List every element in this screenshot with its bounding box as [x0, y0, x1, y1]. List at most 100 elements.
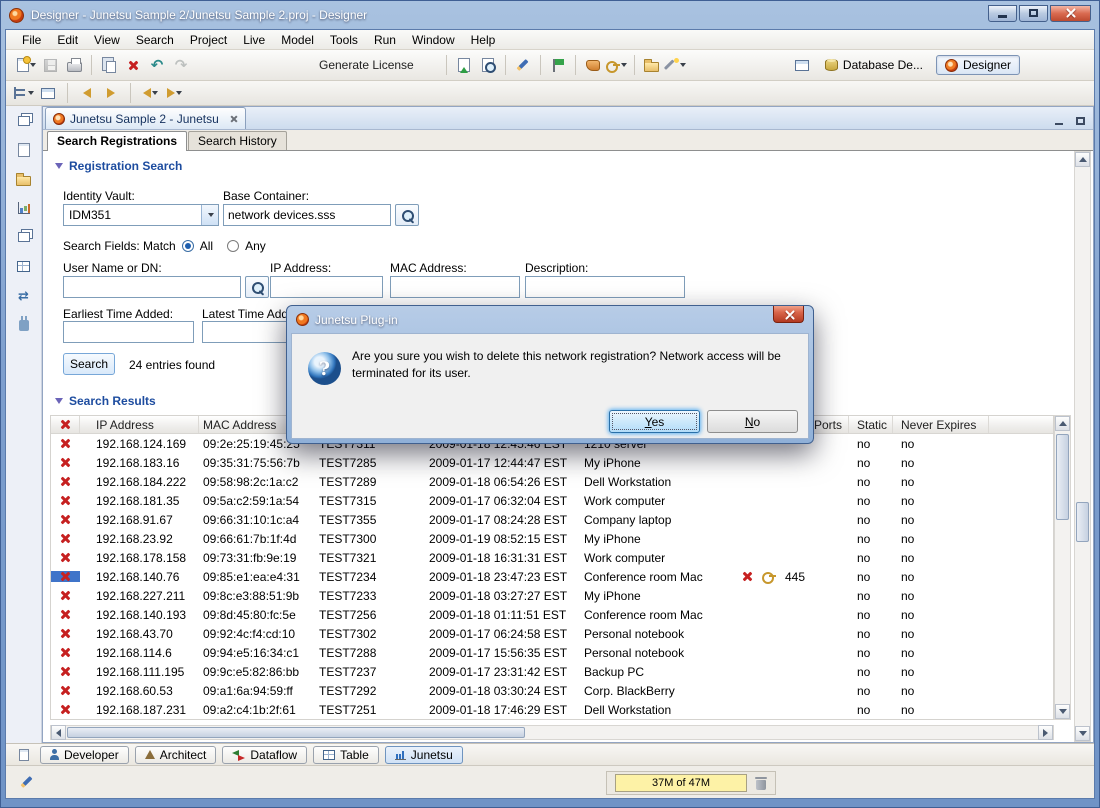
delete-row-icon[interactable]: [60, 457, 71, 468]
trash-icon[interactable]: [755, 777, 767, 790]
radio-any[interactable]: [227, 240, 239, 252]
delete-row-icon[interactable]: [60, 666, 71, 677]
result-row[interactable]: 192.168.183.1609:35:31:75:56:7bTEST72852…: [51, 453, 1053, 472]
yes-button[interactable]: Yes: [609, 410, 700, 433]
editor-tab[interactable]: Junetsu Sample 2 - Junetsu: [45, 107, 246, 129]
bottom-tab-architect[interactable]: Architect: [135, 746, 217, 764]
dropdown-button[interactable]: [201, 205, 218, 225]
result-row[interactable]: 192.168.114.609:94:e5:16:34:c1TEST728820…: [51, 643, 1053, 662]
dataflow-view-button[interactable]: ⇄: [14, 286, 34, 304]
browse-container-button[interactable]: [395, 204, 419, 226]
menu-tools[interactable]: Tools: [322, 31, 366, 49]
delete-row-icon[interactable]: [60, 704, 71, 715]
row-delete-cell[interactable]: [51, 685, 80, 696]
menu-view[interactable]: View: [86, 31, 128, 49]
dialog-close-button[interactable]: [773, 306, 804, 323]
close-tab-icon[interactable]: [230, 115, 238, 123]
ip-address-input[interactable]: [270, 276, 383, 298]
row-delete-cell[interactable]: [51, 552, 80, 563]
restore-views-button[interactable]: [14, 112, 34, 130]
row-delete-cell[interactable]: [51, 666, 80, 677]
bottom-tab-junetsu[interactable]: Junetsu: [385, 746, 463, 764]
delete-button[interactable]: [121, 53, 145, 77]
delete-row-icon[interactable]: [60, 476, 71, 487]
result-row[interactable]: 192.168.187.23109:a2:c4:1b:2f:61TEST7251…: [51, 700, 1053, 719]
earliest-time-input[interactable]: [63, 321, 194, 343]
signature-button[interactable]: [511, 53, 535, 77]
bottom-tab-table[interactable]: Table: [313, 746, 379, 764]
collapse-triangle-icon[interactable]: [55, 398, 63, 404]
result-row[interactable]: 192.168.178.15809:73:31:fb:9e:19TEST7321…: [51, 548, 1053, 567]
project-view-button[interactable]: [14, 141, 34, 159]
delete-row-icon[interactable]: [60, 609, 71, 620]
find-document-button[interactable]: [476, 53, 500, 77]
delete-row-icon[interactable]: [60, 647, 71, 658]
minimize-button[interactable]: [988, 5, 1017, 22]
delete-row-icon[interactable]: [60, 571, 71, 582]
row-delete-cell[interactable]: [51, 514, 80, 525]
menu-help[interactable]: Help: [463, 31, 504, 49]
form-vertical-scrollbar[interactable]: [1074, 151, 1091, 742]
table-horizontal-scrollbar[interactable]: [50, 725, 1054, 740]
designer-perspective-button[interactable]: Designer: [936, 55, 1020, 75]
properties-view-button[interactable]: [14, 228, 34, 246]
scroll-down-button[interactable]: [1075, 726, 1090, 741]
fast-view-button[interactable]: [14, 746, 34, 764]
header-ip-address[interactable]: IP Address: [80, 416, 199, 433]
menu-window[interactable]: Window: [404, 31, 463, 49]
menu-project[interactable]: Project: [182, 31, 235, 49]
row-delete-cell[interactable]: [51, 438, 80, 449]
delete-row-icon[interactable]: [60, 533, 71, 544]
result-row[interactable]: 192.168.140.7609:85:e1:ea:e4:31TEST72342…: [51, 567, 1053, 586]
tab-search-history[interactable]: Search History: [188, 131, 287, 150]
result-row[interactable]: 192.168.111.19509:9c:e5:82:86:bbTEST7237…: [51, 662, 1053, 681]
base-container-input[interactable]: [223, 204, 391, 226]
row-delete-cell[interactable]: [51, 628, 80, 639]
back-button[interactable]: [140, 83, 160, 103]
table-view-button[interactable]: [14, 257, 34, 275]
copy-button[interactable]: [97, 53, 121, 77]
status-left-button[interactable]: [16, 773, 36, 791]
row-delete-cell[interactable]: [51, 590, 80, 601]
delete-row-icon[interactable]: [60, 685, 71, 696]
bottom-tab-dataflow[interactable]: Dataflow: [222, 746, 307, 764]
identity-vault-select[interactable]: IDM351: [63, 204, 219, 226]
result-row[interactable]: 192.168.184.22209:58:98:2c:1a:c2TEST7289…: [51, 472, 1053, 491]
close-button[interactable]: [1050, 5, 1091, 22]
row-delete-cell[interactable]: [51, 495, 80, 506]
mac-address-input[interactable]: [390, 276, 520, 298]
description-input[interactable]: [525, 276, 685, 298]
search-button[interactable]: Search: [63, 353, 115, 375]
user-name-input[interactable]: [63, 276, 241, 298]
search-results-section[interactable]: Search Results: [55, 394, 156, 408]
next-annotation-button[interactable]: [101, 83, 121, 103]
menu-file[interactable]: File: [14, 31, 49, 49]
explorer-view-button[interactable]: [14, 170, 34, 188]
delete-row-icon[interactable]: [60, 438, 71, 449]
scroll-left-button[interactable]: [51, 725, 66, 740]
scroll-up-button[interactable]: [1055, 416, 1070, 431]
delete-row-icon[interactable]: [60, 552, 71, 563]
row-delete-cell[interactable]: [51, 533, 80, 544]
result-row[interactable]: 192.168.181.3509:5a:c2:59:1a:54TEST73152…: [51, 491, 1053, 510]
print-button[interactable]: [62, 53, 86, 77]
view-menu-button[interactable]: [14, 83, 34, 103]
outline-view-button[interactable]: [14, 199, 34, 217]
row-delete-cell[interactable]: [51, 571, 80, 582]
scroll-up-button[interactable]: [1075, 152, 1090, 167]
header-static[interactable]: Static: [849, 416, 893, 433]
title-bar[interactable]: Designer - Junetsu Sample 2/Junetsu Samp…: [1, 1, 1099, 29]
undo-button[interactable]: ↶: [145, 53, 169, 77]
minimize-view-button[interactable]: [1049, 112, 1068, 129]
tab-search-registrations[interactable]: Search Registrations: [47, 131, 187, 151]
result-row[interactable]: 192.168.43.7009:92:4c:f4:cd:10TEST730220…: [51, 624, 1053, 643]
row-delete-cell[interactable]: [51, 647, 80, 658]
palette-button[interactable]: [581, 53, 605, 77]
open-folder-button[interactable]: [640, 53, 664, 77]
no-button[interactable]: No: [707, 410, 798, 433]
delete-row-icon[interactable]: [60, 514, 71, 525]
row-delete-cell[interactable]: [51, 609, 80, 620]
forward-button[interactable]: [164, 83, 184, 103]
registration-search-section[interactable]: Registration Search: [55, 159, 182, 173]
result-row[interactable]: 192.168.23.9209:66:61:7b:1f:4dTEST730020…: [51, 529, 1053, 548]
